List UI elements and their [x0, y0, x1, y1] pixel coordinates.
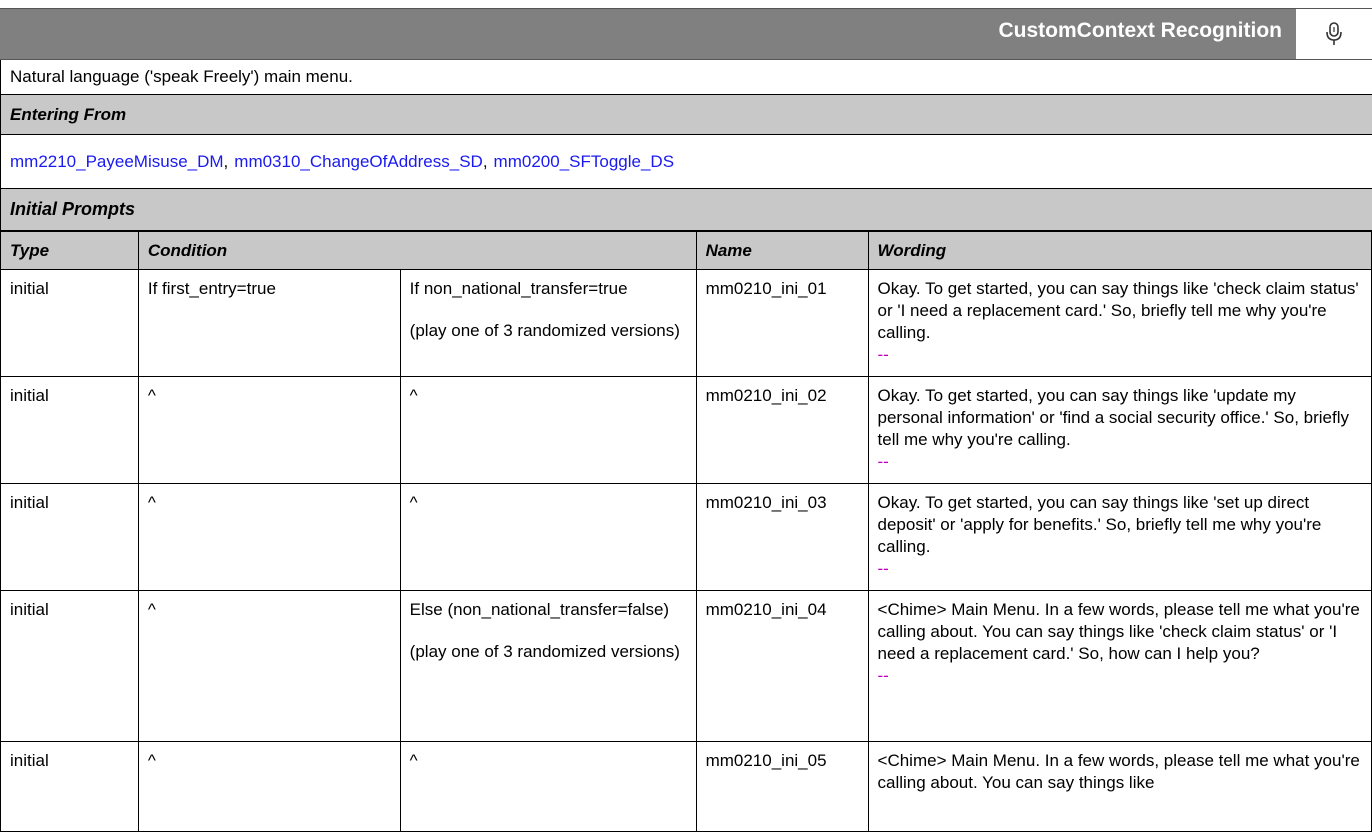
column-header-condition: Condition: [137, 231, 697, 270]
link-separator: ,: [482, 151, 488, 171]
wording-dash: --: [877, 345, 889, 364]
initial-prompts-table: Type Condition Name Wording initial If f…: [0, 231, 1372, 832]
table-row: initial ^ Else (non_national_transfer=fa…: [0, 590, 1372, 742]
column-header-name: Name: [695, 231, 869, 270]
cell-name: mm0210_ini_05: [695, 741, 869, 832]
cell-condition-1: ^: [137, 483, 401, 591]
wording-dash: --: [877, 666, 889, 685]
page: CustomContext Recognition Natural langua…: [0, 0, 1372, 837]
cell-name: mm0210_ini_01: [695, 269, 869, 377]
cell-wording: <Chime> Main Menu. In a few words, pleas…: [867, 590, 1372, 742]
cell-name: mm0210_ini_03: [695, 483, 869, 591]
cell-type: initial: [0, 269, 139, 377]
cell-name: mm0210_ini_04: [695, 590, 869, 742]
wording-text: <Chime> Main Menu. In a few words, pleas…: [877, 600, 1360, 663]
wording-text: Okay. To get started, you can say things…: [877, 493, 1322, 556]
cell-condition-2: If non_national_transfer=true (play one …: [399, 269, 697, 377]
cell-condition-2: ^: [399, 483, 697, 591]
condition-text: If non_national_transfer=true: [409, 279, 628, 298]
condition-text: Else (non_national_transfer=false): [409, 600, 670, 619]
section-title-bar: CustomContext Recognition: [0, 8, 1372, 60]
table-header-row: Type Condition Name Wording: [0, 231, 1372, 270]
cell-type: initial: [0, 376, 139, 484]
cell-condition-1: ^: [137, 741, 401, 832]
cell-wording: Okay. To get started, you can say things…: [867, 269, 1372, 377]
microphone-icon: [1296, 9, 1372, 59]
table-row: initial If first_entry=true If non_natio…: [0, 269, 1372, 377]
table-row: initial ^ ^ mm0210_ini_05 <Chime> Main M…: [0, 741, 1372, 832]
cell-condition-2: ^: [399, 376, 697, 484]
wording-text: Okay. To get started, you can say things…: [877, 386, 1349, 449]
entering-from-link[interactable]: mm0310_ChangeOfAddress_SD: [234, 152, 483, 172]
condition-note: (play one of 3 randomized versions): [409, 321, 680, 340]
cell-condition-2: ^: [399, 741, 697, 832]
entering-from-link[interactable]: mm2210_PayeeMisuse_DM: [10, 152, 224, 172]
cell-condition-1: ^: [137, 376, 401, 484]
state-description: Natural language ('speak Freely') main m…: [0, 60, 1372, 95]
cell-wording: <Chime> Main Menu. In a few words, pleas…: [867, 741, 1372, 832]
cell-name: mm0210_ini_02: [695, 376, 869, 484]
table-row: initial ^ ^ mm0210_ini_03 Okay. To get s…: [0, 483, 1372, 591]
wording-dash: --: [877, 559, 889, 578]
entering-from-heading: Entering From: [0, 95, 1372, 135]
wording-text: Okay. To get started, you can say things…: [877, 279, 1359, 342]
cell-condition-1: If first_entry=true: [137, 269, 401, 377]
entering-from-links: mm2210_PayeeMisuse_DM, mm0310_ChangeOfAd…: [0, 135, 1372, 189]
cell-type: initial: [0, 741, 139, 832]
cell-type: initial: [0, 483, 139, 591]
wording-text: <Chime> Main Menu. In a few words, pleas…: [877, 751, 1360, 792]
initial-prompts-heading: Initial Prompts: [0, 189, 1372, 231]
condition-note: (play one of 3 randomized versions): [409, 642, 680, 661]
cell-type: initial: [0, 590, 139, 742]
section-title: CustomContext Recognition: [998, 19, 1283, 42]
cell-condition-1: ^: [137, 590, 401, 742]
column-header-type: Type: [0, 231, 139, 270]
cell-condition-2: Else (non_national_transfer=false) (play…: [399, 590, 697, 742]
wording-dash: --: [877, 452, 889, 471]
entering-from-link[interactable]: mm0200_SFToggle_DS: [494, 152, 674, 172]
cell-wording: Okay. To get started, you can say things…: [867, 376, 1372, 484]
table-row: initial ^ ^ mm0210_ini_02 Okay. To get s…: [0, 376, 1372, 484]
column-header-wording: Wording: [867, 231, 1372, 270]
cell-wording: Okay. To get started, you can say things…: [867, 483, 1372, 591]
link-separator: ,: [223, 151, 229, 171]
